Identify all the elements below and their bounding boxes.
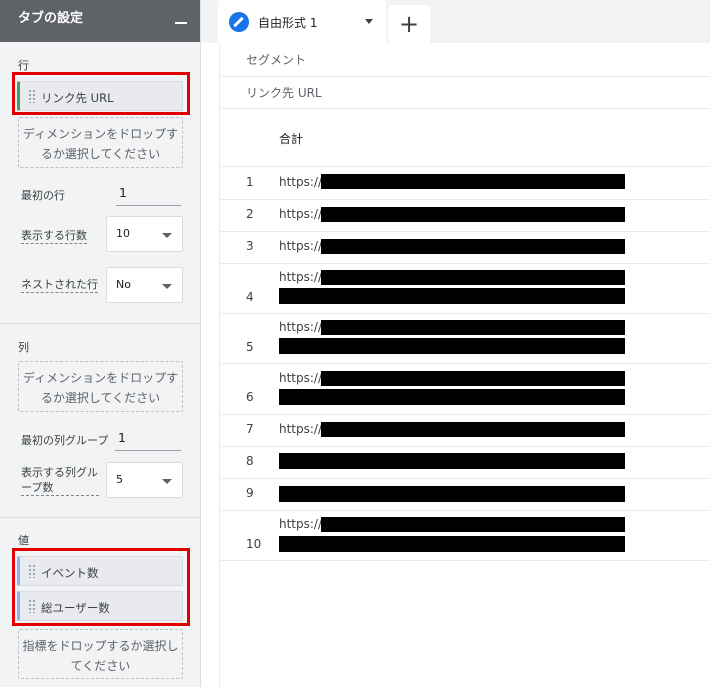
row-url: https:// [279, 517, 323, 531]
first-col-group-input[interactable]: 1 [115, 429, 181, 451]
columns-section-label: 列 [18, 341, 29, 354]
row-index: 4 [246, 290, 254, 304]
row-divider [220, 363, 710, 364]
row-divider [220, 263, 710, 264]
segment-header: セグメント [246, 53, 307, 67]
chip-label: 総ユーザー数 [41, 601, 110, 615]
dropdown-caret-icon [162, 233, 172, 238]
row-index: 8 [246, 454, 254, 468]
nested-rows-select[interactable]: No [106, 267, 183, 303]
row-url: https:// [279, 371, 323, 385]
row-divider [220, 560, 710, 561]
pencil-icon [229, 12, 249, 32]
section-divider [0, 323, 200, 324]
select-value: 5 [116, 473, 123, 486]
redacted-block [321, 174, 625, 189]
show-col-groups-select[interactable]: 5 [106, 462, 183, 498]
tab-settings-panel: タブの設定 行 リンク先 URL ディメンションをドロップするか選択してください… [0, 0, 201, 687]
panel-header: タブの設定 [0, 0, 200, 42]
metric-chip-total-users[interactable]: 総ユーザー数 [17, 591, 183, 621]
dimension-chip-link-url[interactable]: リンク先 URL [17, 81, 183, 111]
panel-title: タブの設定 [18, 11, 84, 26]
row-url: https:// [279, 207, 323, 221]
plus-icon[interactable]: + [388, 5, 430, 43]
metric-chip-event-count[interactable]: イベント数 [17, 556, 183, 586]
redacted-block [321, 207, 625, 222]
dropdown-caret-icon [162, 479, 172, 484]
drag-handle-icon[interactable] [28, 599, 36, 613]
redacted-block [321, 422, 625, 437]
show-rows-label: 表示する行数 [21, 229, 87, 244]
dropdown-caret-icon [162, 284, 172, 289]
select-value: 10 [116, 227, 130, 240]
row-divider [220, 478, 710, 479]
row-index: 10 [246, 537, 262, 551]
row-divider [220, 414, 710, 415]
first-col-group-label: 最初の列グループ [21, 434, 109, 447]
chip-label: イベント数 [41, 566, 99, 580]
select-value: No [116, 278, 131, 291]
nested-rows-label: ネストされた行 [21, 278, 98, 293]
row-divider [220, 446, 710, 447]
row-divider [220, 231, 710, 232]
redacted-block [321, 270, 625, 285]
total-label: 合計 [279, 132, 304, 146]
row-divider [220, 199, 710, 200]
minus-icon[interactable] [175, 22, 187, 24]
row-url: https:// [279, 320, 323, 334]
chip-label: リンク先 URL [41, 91, 114, 105]
redacted-block [279, 389, 625, 405]
chevron-down-icon[interactable] [365, 19, 373, 24]
first-row-label: 最初の行 [21, 189, 65, 202]
row-index: 1 [246, 175, 254, 189]
row-url: https:// [279, 239, 323, 253]
row-index: 2 [246, 207, 254, 221]
redacted-block [279, 536, 625, 552]
metric-drop-zone[interactable]: 指標をドロップするか選択してください [18, 629, 183, 679]
row-divider [220, 76, 710, 77]
drag-handle-icon[interactable] [28, 89, 36, 103]
tab-bar: 自由形式 1 + [201, 0, 710, 43]
row-divider [220, 108, 710, 109]
rows-section-label: 行 [18, 59, 29, 72]
row-divider [220, 313, 710, 314]
row-index: 5 [246, 340, 254, 354]
redacted-block [279, 486, 625, 502]
show-col-groups-label: 表示する列グループ数 [21, 466, 99, 496]
row-index: 3 [246, 239, 254, 253]
redacted-block [321, 371, 625, 386]
row-index: 7 [246, 422, 254, 436]
values-section-label: 値 [18, 534, 29, 547]
report-table: セグメント リンク先 URL 合計 1 https:// 2 https:// … [219, 43, 710, 687]
redacted-block [279, 338, 625, 354]
first-row-input[interactable]: 1 [116, 184, 181, 206]
row-url: https:// [279, 270, 323, 284]
drag-handle-icon[interactable] [28, 564, 36, 578]
row-index: 9 [246, 486, 254, 500]
redacted-block [321, 320, 625, 335]
row-url: https:// [279, 422, 323, 436]
row-divider [220, 166, 710, 167]
rows-dimension-drop-zone[interactable]: ディメンションをドロップするか選択してください [18, 117, 183, 168]
section-divider [0, 517, 200, 518]
redacted-block [321, 239, 625, 254]
redacted-block [279, 453, 625, 469]
show-rows-select[interactable]: 10 [106, 216, 183, 252]
row-divider [220, 510, 710, 511]
row-index: 6 [246, 390, 254, 404]
redacted-block [279, 288, 625, 304]
tab-freeform-1[interactable]: 自由形式 1 [218, 0, 386, 43]
tab-label: 自由形式 1 [258, 16, 318, 30]
redacted-block [321, 517, 625, 532]
row-url: https:// [279, 175, 323, 189]
columns-dimension-drop-zone[interactable]: ディメンションをドロップするか選択してください [18, 361, 183, 412]
dimension-header[interactable]: リンク先 URL [246, 84, 322, 101]
